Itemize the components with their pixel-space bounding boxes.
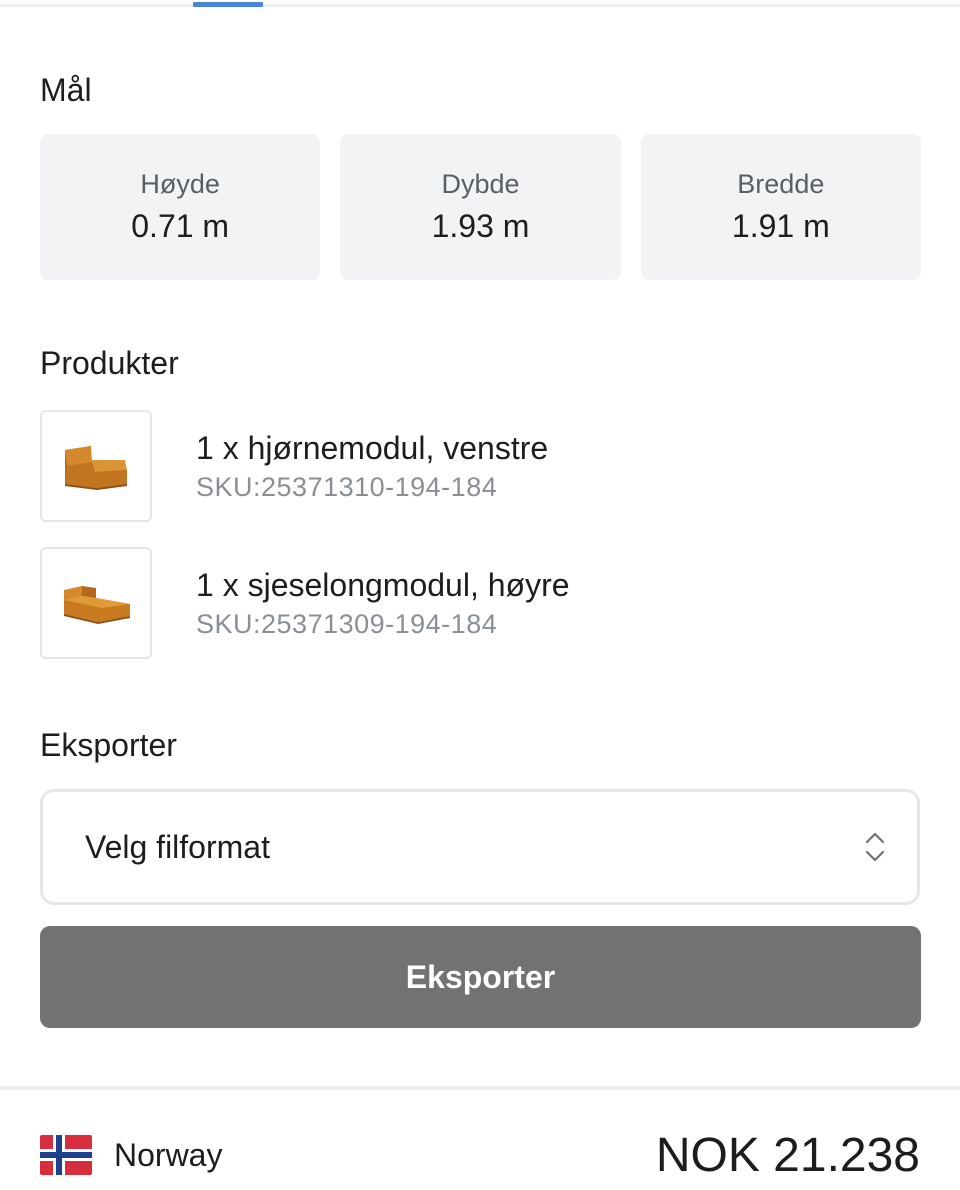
file-format-select[interactable]: Velg filformat (40, 789, 920, 905)
active-tab-indicator (193, 2, 263, 7)
country-selector[interactable]: Norway (40, 1135, 222, 1175)
depth-label: Dybde (441, 169, 520, 199)
product-thumbnail[interactable] (40, 410, 152, 522)
width-label: Bredde (737, 169, 825, 199)
norway-flag-icon (40, 1135, 92, 1175)
height-value: 0.71 m (131, 208, 230, 244)
corner-module-sofa-image (65, 446, 127, 490)
measurements-heading: Mål (40, 72, 92, 108)
products-heading: Produkter (40, 345, 179, 381)
height-label: Høyde (140, 169, 220, 199)
width-value: 1.91 m (731, 208, 830, 244)
measurements-cards: Høyde 0.71 m Dybde 1.93 m Bredde 1.91 m (40, 134, 921, 280)
file-format-select-value: Velg filformat (85, 828, 270, 865)
product-item[interactable]: 1 x hjørnemodul, venstre SKU:25371310-19… (40, 408, 920, 524)
country-name: Norway (114, 1136, 223, 1173)
export-button[interactable]: Eksporter (40, 926, 921, 1028)
page: Mål Høyde 0.71 m Dybde 1.93 m Bredde 1.9… (0, 0, 960, 1190)
product-thumbnail[interactable] (40, 547, 152, 659)
product-name: 1 x sjeselongmodul, høyre (196, 567, 570, 603)
chevron-up-down-icon (865, 832, 885, 862)
product-item[interactable]: 1 x sjeselongmodul, høyre SKU:25371309-1… (40, 545, 920, 661)
tab-bar-divider (0, 4, 960, 7)
depth-card: Dybde 1.93 m (340, 134, 621, 280)
product-name: 1 x hjørnemodul, venstre (196, 430, 549, 466)
height-card: Høyde 0.71 m (40, 134, 321, 280)
chaise-module-sofa-image (64, 586, 130, 624)
total-price: NOK 21.238 (655, 1129, 920, 1182)
footer-divider (0, 1086, 960, 1090)
export-heading: Eksporter (40, 727, 177, 763)
width-card: Bredde 1.91 m (640, 134, 921, 280)
product-sku: SKU:25371309-194-184 (196, 609, 498, 639)
depth-value: 1.93 m (431, 208, 530, 244)
product-sku: SKU:25371310-194-184 (196, 472, 498, 502)
